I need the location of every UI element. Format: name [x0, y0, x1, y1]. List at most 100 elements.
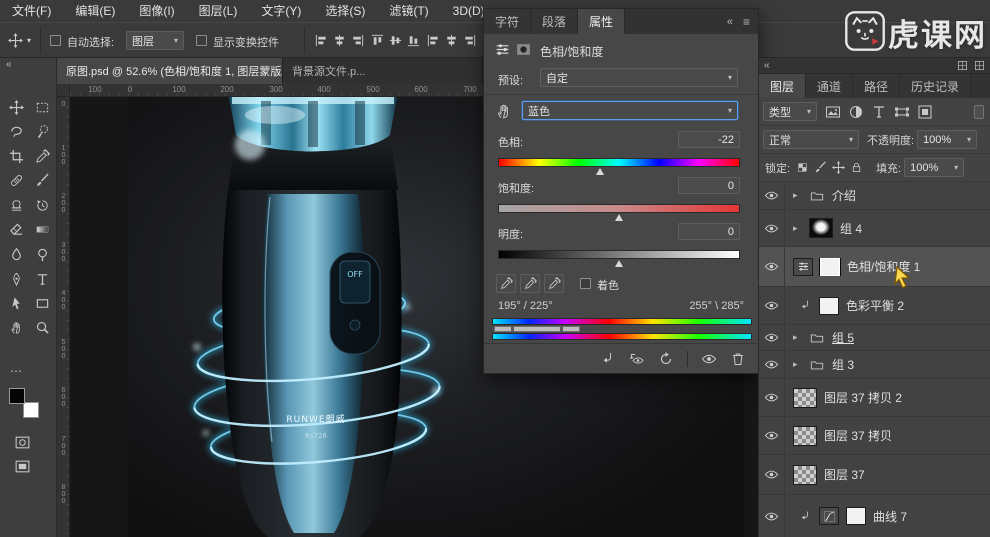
visibility-toggle[interactable] — [759, 210, 785, 246]
visibility-toggle[interactable] — [759, 379, 785, 416]
tool-pen[interactable] — [5, 268, 27, 290]
opacity-field[interactable]: 100% ▾ — [917, 130, 978, 149]
tool-marquee[interactable] — [31, 96, 53, 118]
tab-layers[interactable]: 图层 — [759, 74, 807, 98]
tab-character[interactable]: 字符 — [484, 9, 532, 34]
screen-mode-icon[interactable] — [14, 458, 31, 475]
color-swatches[interactable] — [9, 388, 39, 418]
menu-item-file[interactable]: 文件(F) — [0, 0, 63, 22]
tool-blur[interactable] — [5, 243, 27, 265]
tab-channels[interactable]: 通道 — [806, 74, 854, 98]
tool-gradient[interactable] — [31, 218, 53, 240]
lightness-slider[interactable] — [498, 250, 740, 259]
delete-adjustment-icon[interactable] — [730, 351, 746, 367]
filter-type-layers-icon[interactable] — [871, 104, 887, 120]
visibility-toggle[interactable] — [759, 455, 785, 494]
lock-pixels-icon[interactable] — [814, 161, 827, 174]
align-left-edges-icon[interactable] — [314, 33, 329, 48]
filter-adjustment-layers-icon[interactable] — [848, 104, 864, 120]
layer-row-selected[interactable]: 色相/饱和度 1 — [759, 247, 990, 287]
visibility-toggle[interactable] — [759, 287, 785, 324]
tool-quick-select[interactable] — [31, 120, 53, 142]
background-color-swatch[interactable] — [23, 402, 39, 418]
dock-panel-icon[interactable] — [974, 60, 985, 71]
tab-properties[interactable]: 属性 — [578, 9, 626, 34]
lightness-slider-handle[interactable] — [615, 260, 623, 267]
layer-row-adjustment[interactable]: 曲线 7 — [759, 495, 990, 537]
mask-panel-icon[interactable] — [515, 41, 532, 58]
layer-mask-thumbnail[interactable] — [846, 507, 866, 525]
visibility-toggle[interactable] — [759, 182, 785, 209]
visibility-toggle[interactable] — [759, 495, 785, 537]
toggle-visibility-icon[interactable] — [701, 351, 717, 367]
tool-crop[interactable] — [5, 145, 27, 167]
tab-history[interactable]: 历史记录 — [900, 74, 972, 98]
expand-group-icon[interactable]: ▸ — [793, 223, 802, 234]
menu-item-edit[interactable]: 编辑(E) — [63, 0, 127, 22]
layer-row-group[interactable]: ▸ 组 3 — [759, 351, 990, 379]
distribute-center-icon[interactable] — [444, 33, 459, 48]
menu-item-filter[interactable]: 滤镜(T) — [377, 0, 440, 22]
hue-slider[interactable] — [498, 158, 740, 167]
dock-panel-icon[interactable] — [957, 60, 968, 71]
lock-transparency-icon[interactable] — [796, 161, 809, 174]
tool-eraser[interactable] — [5, 218, 27, 240]
tool-move[interactable] — [5, 96, 27, 118]
layer-thumbnail[interactable] — [793, 387, 817, 408]
tool-eyedropper[interactable] — [31, 145, 53, 167]
adjustment-layer-thumbnail[interactable] — [793, 257, 813, 276]
targeted-adjustment-icon[interactable] — [495, 102, 513, 120]
align-horizontal-centers-icon[interactable] — [332, 33, 347, 48]
show-transform-checkbox[interactable] — [196, 35, 207, 46]
menu-item-layer[interactable]: 图层(L) — [187, 0, 250, 22]
visibility-toggle[interactable] — [759, 247, 785, 286]
range-handle[interactable] — [511, 326, 514, 332]
tool-healing-brush[interactable] — [5, 169, 27, 191]
fill-field[interactable]: 100% ▾ — [904, 158, 965, 177]
tab-paragraph[interactable]: 段落 — [531, 9, 579, 34]
expand-group-icon[interactable]: ▸ — [793, 359, 802, 370]
eyedropper-subtract-button[interactable] — [544, 274, 564, 293]
reset-adjustment-icon[interactable] — [658, 351, 674, 367]
auto-select-scope-dropdown[interactable]: 图层 ▾ — [126, 31, 184, 50]
menu-item-select[interactable]: 选择(S) — [313, 0, 377, 22]
layer-mask-thumbnail[interactable] — [819, 296, 839, 315]
quick-mask-icon[interactable] — [14, 434, 31, 451]
expand-group-icon[interactable]: ▸ — [793, 190, 802, 201]
tool-dodge[interactable] — [31, 243, 53, 265]
panel-menu-icon[interactable]: ≡ — [743, 15, 750, 29]
filter-type-dropdown[interactable]: 类型 ▾ — [763, 102, 817, 121]
align-top-edges-icon[interactable] — [370, 33, 385, 48]
visibility-toggle[interactable] — [759, 417, 785, 454]
saturation-slider-handle[interactable] — [615, 214, 623, 221]
collapse-panel-icon[interactable]: « — [727, 16, 733, 28]
layer-row-group[interactable]: ▸ 组 5 — [759, 325, 990, 351]
saturation-slider[interactable] — [498, 204, 740, 213]
lightness-value-field[interactable]: 0 — [678, 223, 740, 240]
document-tab-active[interactable]: 原图.psd @ 52.6% (色相/饱和度 1, 图层蒙版/8) * × — [57, 58, 283, 84]
range-handle[interactable] — [560, 326, 563, 332]
visibility-toggle[interactable] — [759, 351, 785, 378]
layer-row-pixel[interactable]: 图层 37 拷贝 — [759, 417, 990, 455]
layer-row-group[interactable]: ▸ 介绍 — [759, 182, 990, 210]
tool-shape[interactable] — [31, 292, 53, 314]
tool-history-brush[interactable] — [31, 194, 53, 216]
layer-row-group[interactable]: ▸ 组 4 — [759, 210, 990, 247]
hue-range-widget[interactable] — [494, 326, 580, 332]
layer-mask-thumbnail[interactable] — [819, 257, 841, 276]
distribute-right-icon[interactable] — [462, 33, 477, 48]
filter-shape-layers-icon[interactable] — [894, 104, 910, 120]
filter-smart-objects-icon[interactable] — [917, 104, 933, 120]
document-tab-inactive[interactable]: 背景源文件.p... — [283, 58, 483, 84]
lock-position-icon[interactable] — [832, 161, 846, 174]
tool-clone-stamp[interactable] — [5, 194, 27, 216]
tool-path-select[interactable] — [5, 292, 27, 314]
edit-toolbar-icon[interactable]: ⋯ — [10, 364, 22, 378]
foreground-color-swatch[interactable] — [9, 388, 25, 404]
tool-brush[interactable] — [31, 169, 53, 191]
expand-group-icon[interactable]: ▸ — [793, 332, 802, 343]
align-vertical-centers-icon[interactable] — [388, 33, 403, 48]
tool-zoom[interactable] — [31, 316, 53, 338]
channel-dropdown[interactable]: 蓝色 ▾ — [522, 101, 738, 120]
colorize-checkbox[interactable] — [580, 278, 591, 289]
